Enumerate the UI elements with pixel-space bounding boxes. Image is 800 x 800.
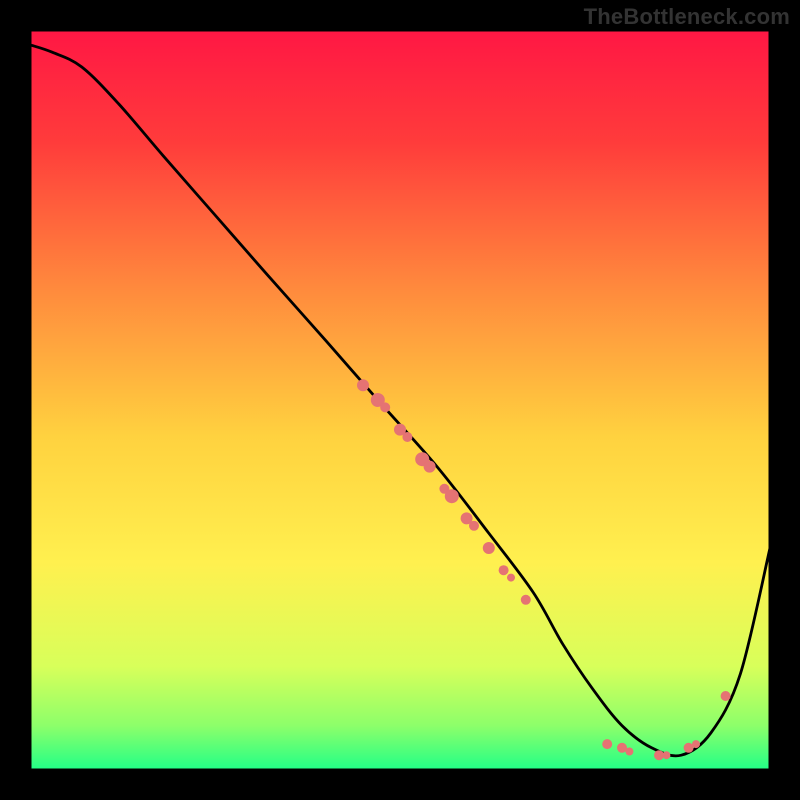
- data-marker: [521, 595, 531, 605]
- data-marker: [402, 432, 412, 442]
- data-marker: [602, 739, 612, 749]
- data-marker: [507, 574, 515, 582]
- data-marker: [692, 740, 700, 748]
- plot-background: [30, 30, 770, 770]
- chart-frame: TheBottleneck.com: [0, 0, 800, 800]
- data-marker: [357, 379, 369, 391]
- data-marker: [424, 461, 436, 473]
- data-marker: [445, 489, 459, 503]
- data-marker: [499, 565, 509, 575]
- data-marker: [380, 402, 390, 412]
- data-marker: [662, 751, 670, 759]
- data-marker: [469, 521, 479, 531]
- data-marker: [721, 691, 731, 701]
- watermark-text: TheBottleneck.com: [584, 4, 790, 30]
- bottleneck-chart: [0, 0, 800, 800]
- data-marker: [625, 748, 633, 756]
- data-marker: [483, 542, 495, 554]
